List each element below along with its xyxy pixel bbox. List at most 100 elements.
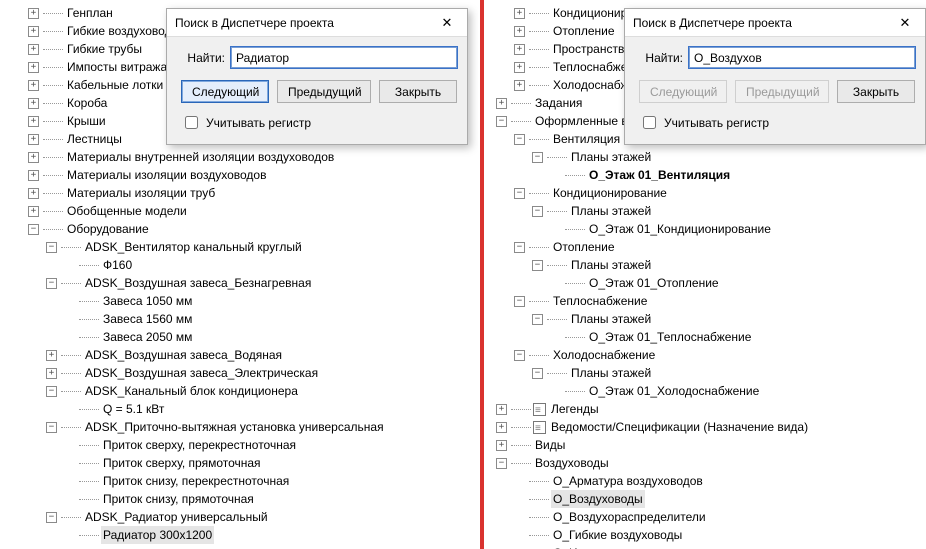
expand-icon[interactable]: +: [514, 44, 525, 55]
tree-item-label[interactable]: Планы этажей: [569, 310, 653, 328]
tree-item-label[interactable]: Планы этажей: [569, 256, 653, 274]
tree-row[interactable]: −Теплоснабжение: [490, 292, 926, 310]
collapse-icon[interactable]: −: [514, 296, 525, 307]
tree-row[interactable]: −ADSK_Приточно-вытяжная установка универ…: [4, 418, 478, 436]
expand-icon[interactable]: +: [28, 116, 39, 127]
tree-item-label[interactable]: О_Изоляция воздуховодов: [551, 544, 705, 549]
collapse-icon[interactable]: −: [514, 242, 525, 253]
collapse-icon[interactable]: −: [46, 512, 57, 523]
search-input[interactable]: [689, 47, 915, 68]
collapse-icon[interactable]: −: [514, 134, 525, 145]
tree-row[interactable]: +Материалы изоляции труб: [4, 184, 478, 202]
prev-button[interactable]: Предыдущий: [277, 80, 371, 103]
tree-row[interactable]: Приток снизу, перекрестноточная: [4, 472, 478, 490]
expand-icon[interactable]: +: [514, 80, 525, 91]
tree-item-label[interactable]: ADSK_Канальный блок кондиционера: [83, 382, 300, 400]
tree-item-label[interactable]: Материалы внутренней изоляции воздуховод…: [65, 148, 336, 166]
tree-item-label[interactable]: Планы этажей: [569, 148, 653, 166]
case-checkbox[interactable]: [643, 116, 656, 129]
tree-row[interactable]: О_Этаж 01_Холодоснабжение: [490, 382, 926, 400]
expand-icon[interactable]: +: [28, 152, 39, 163]
tree-row[interactable]: О_Воздуховоды: [490, 490, 926, 508]
tree-item-label[interactable]: Ведомости/Спецификации (Назначение вида): [549, 418, 810, 436]
tree-item-label[interactable]: Q = 5.1 кВт: [101, 400, 166, 418]
case-checkbox[interactable]: [185, 116, 198, 129]
tree-item-label[interactable]: Планы этажей: [569, 202, 653, 220]
expand-icon[interactable]: +: [496, 404, 507, 415]
collapse-icon[interactable]: −: [532, 368, 543, 379]
expand-icon[interactable]: +: [496, 440, 507, 451]
expand-icon[interactable]: +: [28, 206, 39, 217]
tree-row[interactable]: + Материалы изоляции воздуховодов: [4, 166, 478, 184]
tree-item-label[interactable]: О_Этаж 01_Отопление: [587, 274, 721, 292]
tree-row[interactable]: − Планы этажей: [490, 148, 926, 166]
expand-icon[interactable]: +: [46, 368, 57, 379]
tree-row[interactable]: О_Гибкие воздуховоды: [490, 526, 926, 544]
expand-icon[interactable]: +: [28, 134, 39, 145]
tree-item-label[interactable]: О_Этаж 01_Кондиционирование: [587, 220, 773, 238]
tree-row[interactable]: О_Изоляция воздуховодов: [490, 544, 926, 549]
tree-row[interactable]: Радиатор 300x1200: [4, 526, 478, 544]
collapse-icon[interactable]: −: [532, 314, 543, 325]
tree-item-label[interactable]: Крыши: [65, 112, 108, 130]
tree-item-label[interactable]: ADSK_Воздушная завеса_Безнагревная: [83, 274, 313, 292]
tree-row[interactable]: − Планы этажей: [490, 310, 926, 328]
tree-item-label[interactable]: Материалы изоляции воздуховодов: [65, 166, 268, 184]
expand-icon[interactable]: +: [28, 80, 39, 91]
search-input[interactable]: [231, 47, 457, 68]
collapse-icon[interactable]: −: [532, 152, 543, 163]
tree-item-label[interactable]: Короба: [65, 94, 109, 112]
tree-row[interactable]: −Кондиционирование: [490, 184, 926, 202]
tree-item-label[interactable]: Воздуховоды: [533, 454, 611, 472]
tree-item-label[interactable]: Оборудование: [65, 220, 151, 238]
tree-row[interactable]: +Ведомости/Спецификации (Назначение вида…: [490, 418, 926, 436]
tree-item-label[interactable]: Импосты витража: [65, 58, 169, 76]
tree-item-label[interactable]: Кабельные лотки: [65, 76, 165, 94]
tree-row[interactable]: − ADSK_Радиатор универсальный: [4, 508, 478, 526]
tree-item-label[interactable]: Планы этажей: [569, 364, 653, 382]
tree-item-label[interactable]: Отопление: [551, 22, 617, 40]
tree-row[interactable]: −ADSK_Воздушная завеса_Безнагревная: [4, 274, 478, 292]
tree-row[interactable]: Приток сверху, прямоточная: [4, 454, 478, 472]
tree-item-label[interactable]: Завеса 1560 мм: [101, 310, 194, 328]
tree-row[interactable]: Q = 5.1 кВт: [4, 400, 478, 418]
collapse-icon[interactable]: −: [46, 242, 57, 253]
dialog-titlebar[interactable]: Поиск в Диспетчере проекта ✕: [625, 9, 925, 37]
tree-row[interactable]: − Планы этажей: [490, 364, 926, 382]
next-button[interactable]: Следующий: [181, 80, 269, 103]
tree-row[interactable]: О_Воздухораспределители: [490, 508, 926, 526]
expand-icon[interactable]: +: [28, 98, 39, 109]
next-button[interactable]: Следующий: [639, 80, 727, 103]
collapse-icon[interactable]: −: [532, 260, 543, 271]
tree-item-label[interactable]: О_Этаж 01_Вентиляция: [587, 166, 732, 184]
tree-item-label[interactable]: О_Воздуховоды: [551, 490, 645, 508]
tree-item-label[interactable]: Материалы изоляции труб: [65, 184, 217, 202]
collapse-icon[interactable]: −: [532, 206, 543, 217]
collapse-icon[interactable]: −: [46, 386, 57, 397]
tree-row[interactable]: О_Этаж 01_Кондиционирование: [490, 220, 926, 238]
expand-icon[interactable]: +: [28, 170, 39, 181]
tree-row[interactable]: Приток снизу, прямоточная: [4, 490, 478, 508]
tree-item-label[interactable]: О_Воздухораспределители: [551, 508, 708, 526]
tree-item-label[interactable]: Вентиляция: [551, 130, 622, 148]
tree-row[interactable]: Ф160: [4, 256, 478, 274]
tree-row[interactable]: Завеса 1560 мм: [4, 310, 478, 328]
expand-icon[interactable]: +: [28, 44, 39, 55]
tree-row[interactable]: +Виды: [490, 436, 926, 454]
tree-item-label[interactable]: ADSK_Радиатор универсальный: [83, 508, 270, 526]
tree-item-label[interactable]: ADSK_Воздушная завеса_Электрическая: [83, 364, 320, 382]
tree-row[interactable]: −Воздуховоды: [490, 454, 926, 472]
tree-item-label[interactable]: ADSK_Приточно-вытяжная установка универс…: [83, 418, 386, 436]
tree-row[interactable]: −ADSK_Вентилятор канальный круглый: [4, 238, 478, 256]
tree-item-label[interactable]: Приток снизу, прямоточная: [101, 490, 256, 508]
tree-item-label[interactable]: Задания: [533, 94, 584, 112]
expand-icon[interactable]: +: [28, 26, 39, 37]
expand-icon[interactable]: +: [496, 98, 507, 109]
collapse-icon[interactable]: −: [514, 350, 525, 361]
tree-item-label[interactable]: Пространства: [551, 40, 633, 58]
tree-item-label[interactable]: Приток снизу, перекрестноточная: [101, 472, 291, 490]
tree-item-label[interactable]: Завеса 2050 мм: [101, 328, 194, 346]
tree-row[interactable]: +ADSK_Воздушная завеса_Водяная: [4, 346, 478, 364]
tree-item-label[interactable]: Отопление: [551, 238, 617, 256]
tree-item-label[interactable]: Гибкие трубы: [65, 40, 144, 58]
